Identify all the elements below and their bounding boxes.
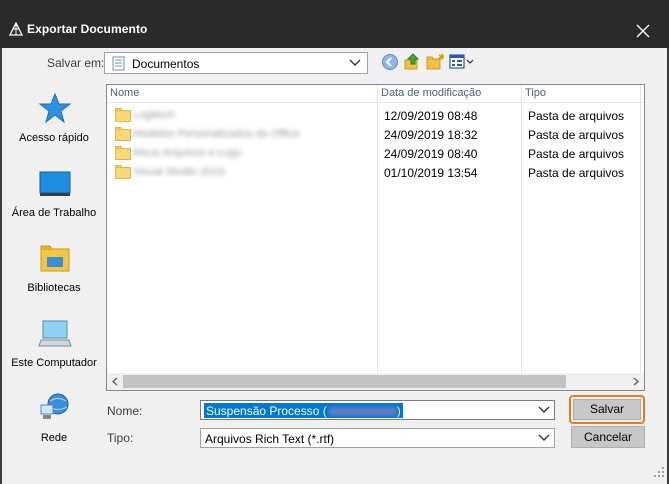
place-label: Acesso rápido: [19, 132, 89, 144]
star-icon: [38, 92, 72, 124]
file-name: Modelos Personalizados do Office: [133, 128, 300, 140]
new-folder-button[interactable]: ✱: [426, 53, 446, 73]
place-quick-access[interactable]: Acesso rápido: [8, 85, 100, 157]
horizontal-scrollbar[interactable]: [107, 373, 644, 390]
column-header-date[interactable]: Data de modificação: [381, 87, 481, 99]
documents-folder-icon: [112, 56, 125, 71]
view-menu-icon: [449, 54, 474, 69]
file-type-value: Arquivos Rich Text (*.rtf): [205, 432, 335, 446]
cancel-button[interactable]: Cancelar: [571, 426, 645, 448]
file-type-combobox[interactable]: Arquivos Rich Text (*.rtf): [200, 428, 555, 448]
column-header-name[interactable]: Nome: [110, 87, 139, 99]
chevron-down-icon: [538, 434, 550, 441]
list-item[interactable]: Modelos Personalizados do Office 24/09/2…: [107, 125, 644, 144]
column-divider[interactable]: [377, 85, 378, 103]
save-button-highlight: Salvar: [569, 395, 645, 424]
file-type: Pasta de arquivos: [528, 147, 625, 161]
back-button[interactable]: [381, 53, 399, 73]
type-label: Tipo:: [107, 431, 134, 445]
list-item[interactable]: Visual Studio 2019 01/10/2019 13:54 Past…: [107, 163, 644, 182]
file-name-value-end: ): [396, 404, 401, 418]
place-label: Rede: [40, 432, 68, 444]
libraries-icon: [40, 245, 70, 272]
place-label: Este Computador: [11, 357, 97, 369]
place-this-pc[interactable]: Este Computador: [8, 310, 100, 382]
window-title: Exportar Documento: [27, 22, 148, 36]
folder-icon: [115, 165, 131, 179]
window-frame-left: [0, 48, 2, 484]
places-bar: Acesso rápido Área de Trabalho Bibliotec…: [8, 85, 100, 461]
desktop-icon: [39, 171, 71, 196]
title-bar: Exportar Documento: [0, 0, 669, 48]
new-folder-icon: ✱: [426, 53, 446, 70]
resize-grip-icon[interactable]: [653, 466, 665, 478]
save-in-combobox[interactable]: Documentos: [104, 52, 368, 74]
column-header-type[interactable]: Tipo: [525, 87, 546, 99]
file-type: Pasta de arquivos: [528, 109, 625, 123]
place-label: Bibliotecas: [27, 282, 81, 294]
file-name: Visual Studio 2019: [133, 166, 225, 178]
folder-icon: [115, 127, 131, 141]
place-network[interactable]: Rede: [8, 385, 100, 457]
file-type: Pasta de arquivos: [528, 128, 625, 142]
file-date: 01/10/2019 13:54: [384, 166, 478, 180]
save-in-label: Salvar em:: [47, 56, 105, 70]
list-item[interactable]: Meus Arquivos e Logs 24/09/2019 08:40 Pa…: [107, 144, 644, 163]
folder-icon: [115, 146, 131, 160]
column-divider[interactable]: [640, 85, 641, 103]
close-button[interactable]: [620, 14, 666, 48]
file-name-selection: Suspensão Processo (): [204, 403, 403, 418]
file-list[interactable]: Nome Data de modificação Tipo Logitech 1…: [106, 84, 645, 391]
app-pyramid-icon: [9, 22, 23, 36]
computer-icon: [38, 320, 72, 347]
save-button[interactable]: Salvar: [573, 399, 641, 420]
file-date: 12/09/2019 08:48: [384, 109, 478, 123]
up-folder-button[interactable]: [403, 53, 421, 73]
file-name-value: Suspensão Processo (: [206, 404, 327, 418]
close-icon: [636, 24, 650, 38]
name-label: Nome:: [107, 404, 143, 418]
scroll-left-icon[interactable]: [109, 376, 121, 387]
file-name-input[interactable]: Suspensão Processo (): [200, 400, 555, 420]
redacted-text: [328, 407, 397, 417]
folder-icon: [115, 108, 131, 122]
list-item[interactable]: Logitech 12/09/2019 08:48 Pasta de arqui…: [107, 106, 644, 125]
view-menu-button[interactable]: [449, 53, 475, 73]
svg-text:✱: ✱: [438, 53, 444, 63]
place-libraries[interactable]: Bibliotecas: [8, 235, 100, 307]
save-in-value: Documentos: [132, 57, 200, 71]
file-type: Pasta de arquivos: [528, 166, 625, 180]
list-header: Nome Data de modificação Tipo: [107, 85, 644, 103]
scroll-right-icon[interactable]: [630, 376, 642, 387]
file-date: 24/09/2019 18:32: [384, 128, 478, 142]
file-name: Meus Arquivos e Logs: [133, 147, 242, 159]
column-divider[interactable]: [521, 85, 522, 103]
up-folder-icon: [404, 53, 420, 70]
chevron-down-icon[interactable]: [538, 406, 550, 414]
place-desktop[interactable]: Área de Trabalho: [8, 160, 100, 232]
back-arrow-icon: [382, 54, 398, 70]
place-label: Área de Trabalho: [11, 207, 97, 219]
chevron-down-icon: [349, 59, 361, 66]
file-date: 24/09/2019 08:40: [384, 147, 478, 161]
network-icon: [40, 393, 69, 419]
file-name: Logitech: [133, 109, 175, 121]
scrollbar-thumb[interactable]: [123, 375, 566, 388]
